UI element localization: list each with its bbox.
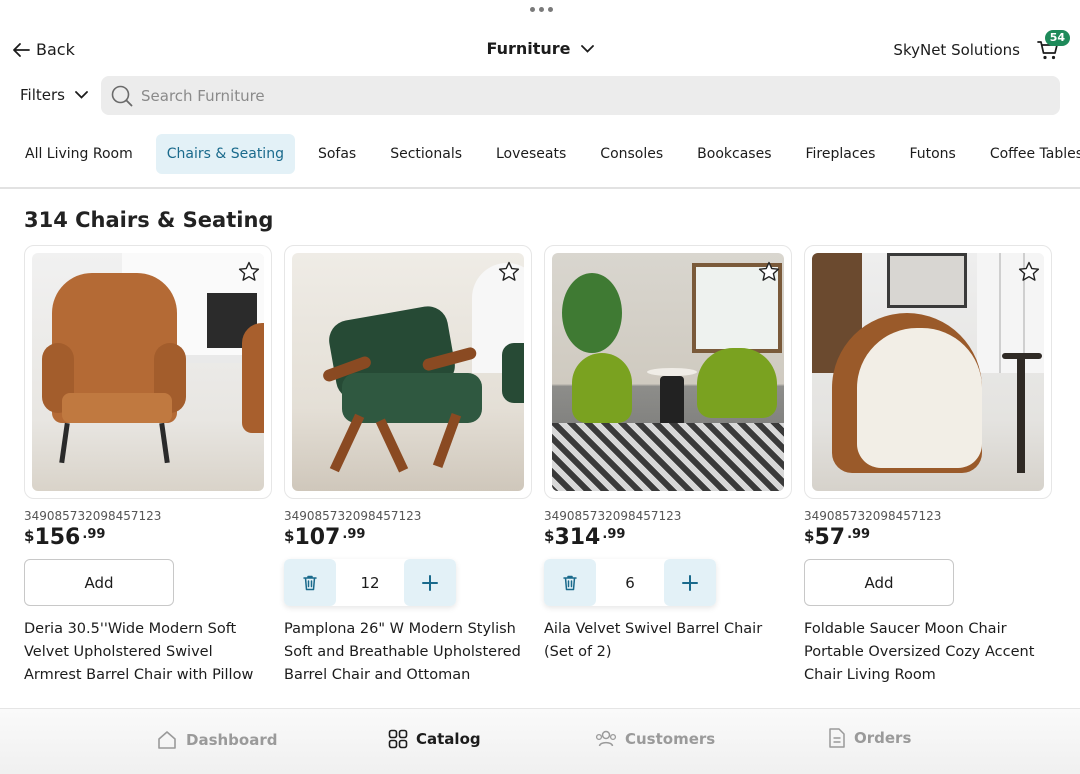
increment-button[interactable] — [664, 559, 716, 606]
product-image[interactable] — [812, 253, 1044, 491]
product-card[interactable]: 349085732098457123 $ 314 .99 6 Aila Velv… — [544, 245, 792, 687]
tab-bookcases[interactable]: Bookcases — [686, 134, 782, 174]
tab-sectionals[interactable]: Sectionals — [379, 134, 473, 174]
product-image-frame[interactable] — [24, 245, 272, 499]
remove-button[interactable] — [284, 559, 336, 606]
price-cents: .99 — [847, 527, 871, 542]
price-whole: 314 — [554, 525, 601, 550]
price-currency: $ — [24, 527, 35, 545]
nav-orders[interactable]: Orders — [828, 727, 911, 749]
price-whole: 57 — [814, 525, 846, 550]
page-title: Furniture — [486, 39, 571, 58]
company-name[interactable]: SkyNet Solutions — [893, 41, 1020, 59]
filters-label: Filters — [20, 86, 65, 104]
nav-label: Orders — [854, 729, 912, 747]
price-cents: .99 — [342, 527, 366, 542]
product-image[interactable] — [552, 253, 784, 491]
price-cents: .99 — [82, 527, 106, 542]
users-icon — [595, 730, 617, 747]
results-heading: 314 Chairs & Seating — [24, 208, 274, 232]
favorite-star-icon[interactable] — [1017, 260, 1041, 284]
price-currency: $ — [284, 527, 295, 545]
tab-loveseats[interactable]: Loveseats — [485, 134, 577, 174]
product-grid: 349085732098457123 $ 156 .99 Add Deria 3… — [24, 245, 1052, 687]
category-tabs: All Living Room Chairs & Seating Sofas S… — [14, 134, 1080, 174]
search-icon — [111, 85, 133, 106]
product-name[interactable]: Foldable Saucer Moon Chair Portable Over… — [804, 618, 1052, 687]
product-image-frame[interactable] — [804, 245, 1052, 499]
plus-icon — [422, 574, 438, 591]
trash-icon — [563, 575, 577, 591]
tab-coffee-tables[interactable]: Coffee Tables — [979, 134, 1080, 174]
product-image[interactable] — [292, 253, 524, 491]
product-image-frame[interactable] — [544, 245, 792, 499]
increment-button[interactable] — [404, 559, 456, 606]
product-price: $ 107 .99 — [284, 525, 532, 551]
quantity-value[interactable]: 12 — [336, 574, 404, 592]
window-grabber[interactable] — [530, 7, 553, 12]
favorite-star-icon[interactable] — [497, 260, 521, 284]
product-sku: 349085732098457123 — [284, 509, 422, 523]
quantity-value[interactable]: 6 — [596, 574, 664, 592]
favorite-star-icon[interactable] — [757, 260, 781, 284]
grid-icon — [388, 729, 408, 749]
top-bar: Back Furniture SkyNet Solutions 54 — [0, 30, 1080, 72]
product-sku: 349085732098457123 — [24, 509, 162, 523]
nav-customers[interactable]: Customers — [595, 729, 715, 749]
product-sku: 349085732098457123 — [544, 509, 682, 523]
product-card[interactable]: 349085732098457123 $ 156 .99 Add Deria 3… — [24, 245, 272, 687]
filter-row: Filters — [0, 76, 1080, 116]
search-input[interactable] — [141, 86, 941, 105]
nav-catalog[interactable]: Catalog — [388, 729, 481, 749]
product-name[interactable]: Deria 30.5''Wide Modern Soft Velvet Upho… — [24, 618, 272, 687]
chevron-down-icon — [75, 91, 88, 99]
bottom-navigation: Dashboard Catalog Customers Orders — [0, 708, 1080, 774]
home-icon — [158, 731, 176, 749]
nav-label: Customers — [625, 730, 716, 748]
price-currency: $ — [804, 527, 815, 545]
filters-button[interactable]: Filters — [20, 86, 88, 104]
price-currency: $ — [544, 527, 555, 545]
remove-button[interactable] — [544, 559, 596, 606]
product-card[interactable]: 349085732098457123 $ 107 .99 12 Pamplona… — [284, 245, 532, 687]
search-bar[interactable] — [101, 76, 1060, 115]
nav-dashboard[interactable]: Dashboard — [156, 729, 277, 751]
tab-futons[interactable]: Futons — [898, 134, 966, 174]
tab-fireplaces[interactable]: Fireplaces — [795, 134, 887, 174]
divider — [0, 187, 1080, 189]
favorite-star-icon[interactable] — [237, 260, 261, 284]
nav-label: Catalog — [416, 730, 481, 748]
nav-label: Dashboard — [186, 731, 278, 749]
add-to-cart-button[interactable]: Add — [24, 559, 174, 606]
product-image[interactable] — [32, 253, 264, 491]
tab-chairs-seating[interactable]: Chairs & Seating — [155, 134, 295, 174]
product-name[interactable]: Aila Velvet Swivel Barrel Chair (Set of … — [544, 618, 792, 664]
product-card[interactable]: 349085732098457123 $ 57 .99 Add Foldable… — [804, 245, 1052, 687]
tab-all-living-room[interactable]: All Living Room — [14, 134, 144, 174]
price-whole: 107 — [294, 525, 341, 550]
chevron-down-icon — [580, 44, 594, 53]
tab-consoles[interactable]: Consoles — [589, 134, 674, 174]
quantity-stepper: 12 — [284, 559, 456, 606]
plus-icon — [682, 574, 698, 591]
product-sku: 349085732098457123 — [804, 509, 942, 523]
product-price: $ 57 .99 — [804, 525, 1052, 551]
add-to-cart-button[interactable]: Add — [804, 559, 954, 606]
document-icon — [829, 728, 845, 748]
quantity-stepper: 6 — [544, 559, 716, 606]
trash-icon — [303, 575, 317, 591]
tab-sofas[interactable]: Sofas — [307, 134, 367, 174]
product-image-frame[interactable] — [284, 245, 532, 499]
cart-count-badge: 54 — [1044, 30, 1070, 46]
product-price: $ 314 .99 — [544, 525, 792, 551]
product-price: $ 156 .99 — [24, 525, 272, 551]
price-whole: 156 — [34, 525, 81, 550]
price-cents: .99 — [602, 527, 626, 542]
product-name[interactable]: Pamplona 26" W Modern Stylish Soft and B… — [284, 618, 532, 687]
